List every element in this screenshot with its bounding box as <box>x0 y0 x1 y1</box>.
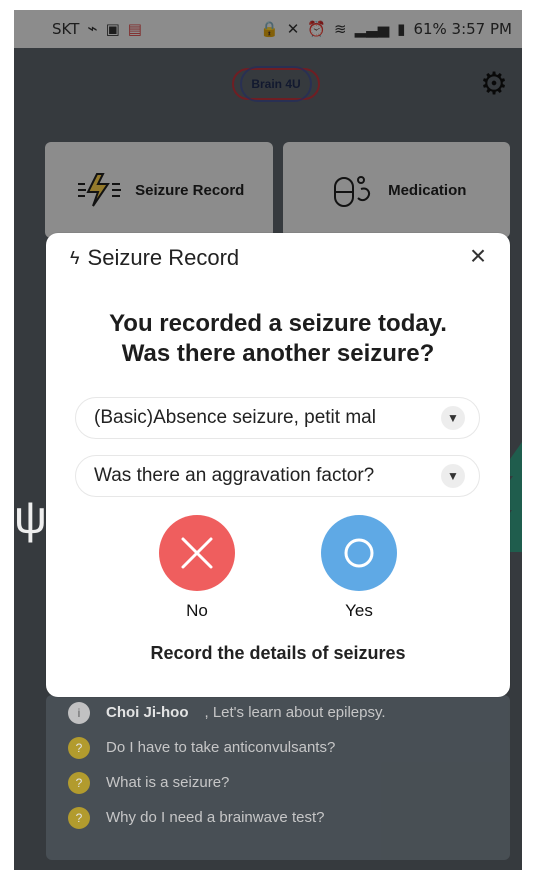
faq-item[interactable]: ? What is a seizure? <box>46 765 510 800</box>
faq-item[interactable]: ? Do I have to take anticonvulsants? <box>46 730 510 765</box>
question-line-2: Was there another seizure? <box>121 340 435 367</box>
tree-icon: ψ <box>14 491 47 543</box>
seizure-record-modal: ϟ Seizure Record × You recorded a seizur… <box>46 233 510 697</box>
yes-label: Yes <box>345 601 373 620</box>
chevron-down-icon: ▼ <box>441 406 465 430</box>
modal-title: Seizure Record <box>87 245 240 270</box>
yes-button[interactable] <box>321 515 397 591</box>
faq-label: Do I have to take anticonvulsants? <box>106 739 336 756</box>
faq-label: What is a seizure? <box>106 774 230 791</box>
chevron-down-icon: ▼ <box>441 464 465 488</box>
record-details-link[interactable]: Record the details of seizures <box>46 643 510 664</box>
lightning-icon: ϟ <box>70 247 80 268</box>
no-choice[interactable]: No <box>157 515 237 621</box>
education-greeting: , Let's learn about epilepsy. <box>204 704 386 721</box>
question-icon: ? <box>68 771 90 794</box>
modal-question: You recorded a seizure today. Was there … <box>46 309 510 369</box>
question-icon: ? <box>68 806 90 829</box>
seizure-type-value: (Basic)Absence seizure, petit mal <box>94 407 376 428</box>
info-icon: i <box>68 701 90 724</box>
close-icon <box>181 537 213 569</box>
question-icon: ? <box>68 736 90 759</box>
yes-choice[interactable]: Yes <box>319 515 399 621</box>
question-line-1: You recorded a seizure today. <box>109 310 447 337</box>
aggravation-factor-value: Was there an aggravation factor? <box>94 465 375 486</box>
close-icon[interactable]: × <box>464 242 492 270</box>
no-label: No <box>186 601 208 620</box>
faq-label: Why do I need a brainwave test? <box>106 809 325 826</box>
education-greeting-row: i Choi Ji-hoo , Let's learn about epilep… <box>46 695 510 730</box>
aggravation-factor-select[interactable]: Was there an aggravation factor? ▼ <box>75 455 480 497</box>
user-name: Choi Ji-hoo <box>106 704 189 721</box>
no-button[interactable] <box>159 515 235 591</box>
modal-header: ϟ Seizure Record <box>70 245 239 271</box>
faq-item[interactable]: ? Why do I need a brainwave test? <box>46 800 510 835</box>
seizure-type-select[interactable]: (Basic)Absence seizure, petit mal ▼ <box>75 397 480 439</box>
phone-screen: SKT ⌁ ▣ ▤ 🔒 ✕ ⏰ ≋ ▂▃▅ ▮ 61% 3:57 PM Brai… <box>14 10 522 870</box>
education-panel: i Choi Ji-hoo , Let's learn about epilep… <box>46 695 510 860</box>
circle-icon <box>344 538 374 568</box>
